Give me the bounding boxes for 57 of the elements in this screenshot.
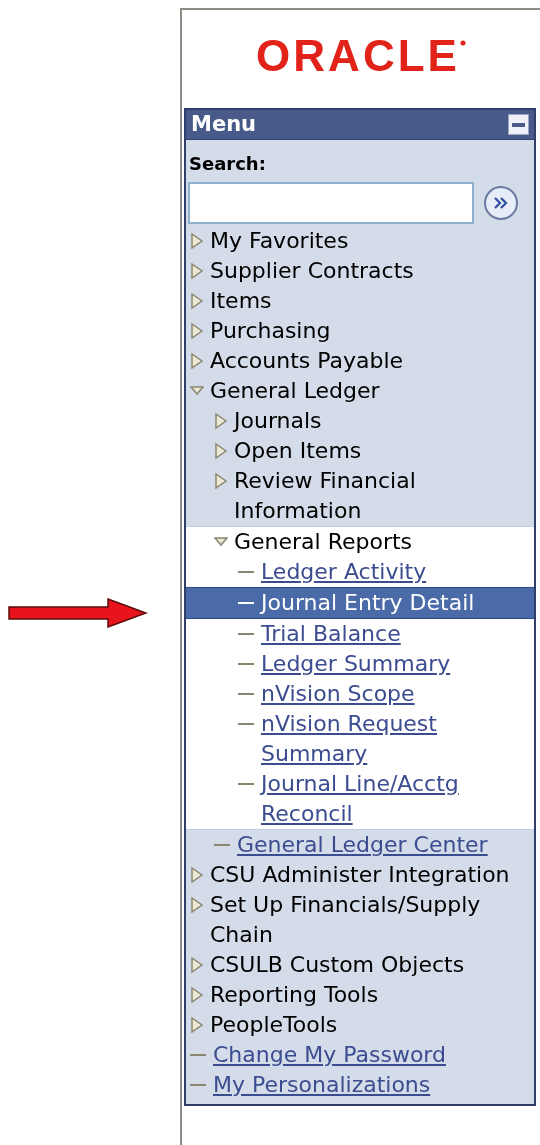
menu-link[interactable]: Journal Line/Acctg Reconcil [261, 769, 530, 829]
menu-title: Menu [191, 114, 257, 135]
triangle-right-icon[interactable] [190, 867, 204, 883]
triangle-right-icon[interactable] [214, 473, 228, 489]
menu-folder[interactable]: General Ledger [210, 376, 380, 406]
triangle-right-icon[interactable] [190, 987, 204, 1003]
triangle-right-icon[interactable] [190, 293, 204, 309]
registered-mark-icon [459, 40, 466, 46]
logo: ORACLE [256, 34, 460, 78]
menu-link[interactable]: nVision Request Summary [261, 709, 530, 769]
menu-folder[interactable]: Set Up Financials/Supply Chain [210, 890, 530, 950]
triangle-right-icon[interactable] [190, 353, 204, 369]
menu-folder[interactable]: Purchasing [210, 316, 331, 346]
menu-folder[interactable]: Journals [234, 406, 322, 436]
menu-folder[interactable]: Supplier Contracts [210, 256, 414, 286]
double-chevron-icon [493, 196, 509, 210]
menu-folder[interactable]: PeopleTools [210, 1010, 338, 1040]
minus-icon [512, 122, 525, 127]
menu-link[interactable]: nVision Scope [261, 679, 415, 709]
triangle-right-icon[interactable] [214, 443, 228, 459]
dash-icon [190, 1053, 206, 1057]
menu-link[interactable]: Ledger Summary [261, 649, 451, 679]
menu-folder[interactable]: Review Financial Information [234, 466, 530, 526]
dash-icon [238, 662, 254, 666]
dash-icon [238, 782, 254, 786]
dash-icon [238, 601, 254, 605]
triangle-right-icon[interactable] [190, 897, 204, 913]
triangle-right-icon[interactable] [214, 413, 228, 429]
dash-icon [238, 632, 254, 636]
collapse-button[interactable] [508, 114, 529, 135]
dash-icon [238, 570, 254, 574]
dash-icon [214, 843, 230, 847]
triangle-right-icon[interactable] [190, 1017, 204, 1033]
menu-link[interactable]: Change My Password [213, 1040, 446, 1070]
menu-folder[interactable]: Open Items [234, 436, 362, 466]
menu-folder[interactable]: General Reports [234, 527, 413, 557]
dash-icon [238, 722, 254, 726]
menu-folder[interactable]: Items [210, 286, 272, 316]
dash-icon [190, 1083, 206, 1087]
menu-link[interactable]: General Ledger Center [237, 830, 488, 860]
triangle-right-icon[interactable] [190, 323, 204, 339]
menu-folder[interactable]: CSULB Custom Objects [210, 950, 465, 980]
menu-link[interactable]: My Personalizations [213, 1070, 431, 1100]
menu-folder[interactable]: CSU Administer Integration [210, 860, 510, 890]
menu-folder[interactable]: Reporting Tools [210, 980, 379, 1010]
dash-icon [238, 692, 254, 696]
triangle-right-icon[interactable] [190, 263, 204, 279]
menu-link[interactable]: Ledger Activity [261, 557, 427, 587]
menu-link[interactable]: Journal Entry Detail [261, 588, 475, 618]
menu-folder[interactable]: Accounts Payable [210, 346, 404, 376]
search-field[interactable] [188, 182, 474, 224]
search-label: Search: [189, 152, 267, 176]
search-go-button[interactable] [484, 186, 518, 220]
triangle-right-icon[interactable] [190, 957, 204, 973]
menu-folder[interactable]: My Favorites [210, 226, 349, 256]
menu-link[interactable]: Trial Balance [261, 619, 401, 649]
triangle-right-icon[interactable] [190, 233, 204, 249]
